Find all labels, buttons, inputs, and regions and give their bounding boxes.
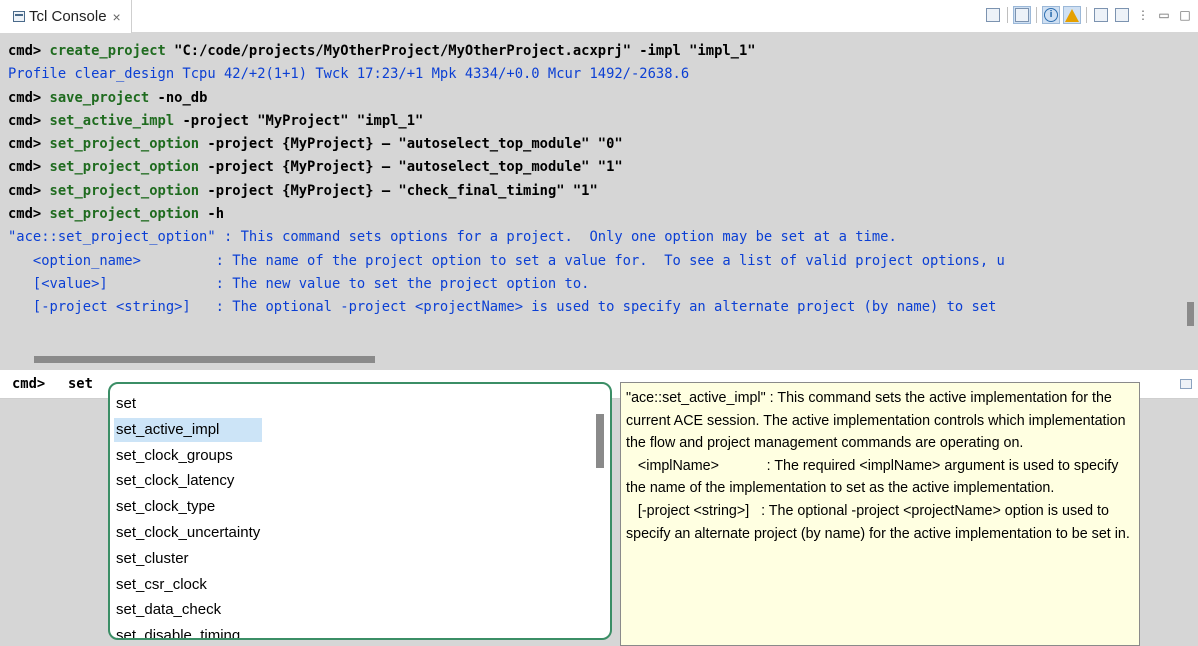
- command-name: save_project: [49, 89, 150, 106]
- command-args: "C:/code/projects/MyOtherProject/MyOther…: [165, 43, 756, 59]
- command-prompt: cmd>: [8, 89, 50, 106]
- command-prompt: cmd>: [8, 182, 50, 199]
- console-toolbar: i ⋮ ▭ □: [984, 6, 1194, 24]
- command-name: create_project: [49, 43, 166, 59]
- command-name: set_active_impl: [49, 112, 175, 129]
- completion-item[interactable]: set_clock_uncertainty: [114, 521, 260, 545]
- console-output-line: [<value>] : The new value to set the pro…: [8, 275, 590, 292]
- command-prompt: cmd>: [8, 136, 50, 153]
- command-prompt: cmd>: [8, 206, 50, 223]
- tooltip-paragraph: <implName> : The required <implName> arg…: [626, 457, 1123, 497]
- command-args: -project {MyProject} — "autoselect_top_m…: [199, 159, 623, 176]
- tab-bar: Tcl Console × i ⋮ ▭ □: [0, 0, 1198, 33]
- close-icon[interactable]: ×: [113, 9, 121, 25]
- command-args: -project {MyProject} — "autoselect_top_m…: [199, 136, 623, 153]
- completion-item[interactable]: set_disable_timing: [114, 624, 240, 638]
- minimize-icon[interactable]: ▭: [1155, 6, 1173, 24]
- command-args: -project "MyProject" "impl_1": [174, 112, 424, 129]
- console-command-line: cmd> create_project "C:/code/projects/My…: [8, 40, 1176, 63]
- command-prompt: cmd>: [8, 43, 50, 59]
- command-prompt: cmd>: [12, 376, 46, 392]
- console-command-line: cmd> save_project -no_db: [8, 87, 1176, 110]
- command-name: set_project_option: [49, 159, 200, 176]
- completion-item[interactable]: set_clock_type: [114, 495, 215, 519]
- command-prompt: cmd>: [8, 112, 50, 129]
- command-name: set_project_option: [49, 136, 200, 153]
- completion-item[interactable]: set_active_impl: [114, 417, 262, 442]
- console-command-line: cmd> set_project_option -h: [8, 203, 1176, 226]
- info-filter-icon[interactable]: i: [1042, 6, 1060, 24]
- completion-item[interactable]: set_clock_latency: [114, 469, 234, 493]
- show-console-icon[interactable]: [1013, 6, 1031, 24]
- completion-item[interactable]: set: [114, 392, 136, 416]
- completion-scrollbar-thumb[interactable]: [596, 414, 604, 468]
- console-output-line: Profile clear_design Tcpu 42/+2(1+1) Twc…: [8, 66, 690, 83]
- console-output[interactable]: cmd> create_project "C:/code/projects/My…: [8, 40, 1176, 352]
- tooltip-paragraph: [-project <string>] : The optional -proj…: [626, 502, 1130, 542]
- maximize-icon[interactable]: □: [1176, 6, 1194, 24]
- command-name: set_project_option: [49, 182, 200, 199]
- horizontal-scrollbar-thumb[interactable]: [34, 356, 375, 363]
- completion-item[interactable]: set_csr_clock: [114, 573, 207, 597]
- console-output-line: [-project <string>] : The optional -proj…: [8, 299, 997, 316]
- command-input[interactable]: set: [68, 376, 93, 392]
- command-name: set_project_option: [49, 206, 200, 223]
- command-help-tooltip: "ace::set_active_impl" : This command se…: [620, 382, 1140, 646]
- tooltip-paragraph: "ace::set_active_impl" : This command se…: [626, 390, 1130, 452]
- vertical-scrollbar-thumb[interactable]: [1187, 302, 1194, 326]
- tab-tcl-console[interactable]: Tcl Console ×: [0, 0, 132, 33]
- command-prompt: cmd>: [8, 159, 50, 176]
- completion-popup[interactable]: set set_active_impl set_clock_groups set_cl…: [108, 382, 612, 640]
- completion-item[interactable]: set_cluster: [114, 547, 189, 571]
- completion-item[interactable]: set_clock_groups: [114, 444, 233, 468]
- document-icon[interactable]: [1113, 6, 1131, 24]
- console-command-line: cmd> set_active_impl -project "MyProject…: [8, 110, 1176, 133]
- console-command-line: cmd> set_project_option -project {MyProj…: [8, 133, 1176, 156]
- completion-item[interactable]: set_data_check: [114, 598, 221, 622]
- command-args: -no_db: [149, 89, 208, 106]
- tab-label: Tcl Console: [29, 8, 107, 25]
- view-menu-icon[interactable]: ⋮: [1134, 6, 1152, 24]
- console-command-line: cmd> set_project_option -project {MyProj…: [8, 156, 1176, 179]
- edit-icon[interactable]: [1180, 379, 1192, 389]
- command-args: -h: [199, 206, 224, 223]
- console-output-line: "ace::set_project_option" : This command…: [8, 229, 897, 246]
- clear-console-icon[interactable]: [984, 6, 1002, 24]
- console-icon: [13, 11, 25, 22]
- command-args: -project {MyProject} — "check_final_timi…: [199, 182, 598, 199]
- warning-filter-icon[interactable]: [1063, 6, 1081, 24]
- console-output-line: <option_name> : The name of the project …: [8, 252, 1005, 269]
- console-command-line: cmd> set_project_option -project {MyProj…: [8, 180, 1176, 203]
- export-icon[interactable]: [1092, 6, 1110, 24]
